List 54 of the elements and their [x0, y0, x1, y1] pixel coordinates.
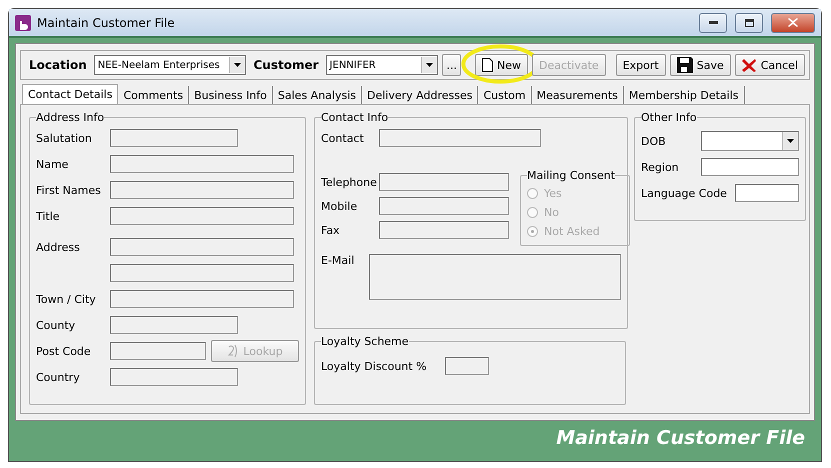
dropdown-button[interactable] — [421, 57, 438, 73]
dropdown-button[interactable] — [782, 132, 798, 150]
window-title: Maintain Customer File — [37, 16, 176, 30]
customer-label: Customer — [254, 58, 319, 72]
tab[interactable]: Contact Details — [22, 84, 118, 104]
close-icon — [788, 18, 798, 27]
field-label: County — [36, 318, 76, 332]
lookup-icon — [227, 344, 240, 358]
dropdown-arrow-icon — [234, 63, 240, 67]
date-dropdown[interactable] — [701, 131, 799, 151]
dropdown-arrow-icon — [426, 63, 434, 67]
dropdown-button[interactable] — [228, 57, 244, 73]
app-icon — [15, 14, 31, 30]
group-title: Loyalty Scheme — [321, 335, 409, 348]
toolbar-button[interactable]: Save — [670, 54, 731, 76]
maximize-icon — [744, 18, 754, 26]
maximize-button[interactable] — [735, 12, 763, 32]
field-label: Post Code — [36, 344, 92, 358]
customer-dropdown[interactable]: JENNIFER — [326, 55, 438, 75]
dropdown-arrow-icon — [787, 139, 794, 143]
minimize-icon — [708, 21, 718, 24]
toolbar-button[interactable]: Cancel — [734, 54, 805, 76]
field-label: Mobile — [321, 200, 358, 212]
field-label: Region — [641, 160, 680, 174]
page-icon — [482, 58, 493, 72]
field-label: Address — [36, 240, 81, 254]
field-label: Loyalty Discount % — [321, 360, 428, 372]
group-title: Address Info — [36, 111, 104, 124]
toolbar-button[interactable]: New — [474, 54, 528, 76]
footer-title: Maintain Customer File — [556, 427, 805, 449]
group-title: Other Info — [641, 111, 697, 124]
field-label: Language Code — [641, 186, 728, 200]
cross-icon — [742, 58, 757, 72]
group-title: Mailing Consent — [527, 169, 616, 182]
field-label: Telephone — [321, 176, 378, 188]
field-label: Salutation — [36, 132, 93, 144]
location-label: Location — [29, 58, 87, 72]
field-label: DOB — [641, 134, 667, 148]
field-label: Fax — [321, 224, 341, 236]
group-title: Contact Info — [321, 111, 388, 124]
toolbar-button[interactable]: Export — [616, 54, 666, 76]
minimize-button[interactable] — [699, 12, 727, 32]
field-label: Country — [36, 370, 81, 384]
close-button[interactable] — [771, 12, 815, 32]
field-label: Title — [36, 210, 61, 222]
field-label: First Names — [36, 184, 102, 196]
location-dropdown[interactable]: NEE-Neelam Enterprises — [94, 55, 246, 75]
field-label: Name — [36, 158, 70, 170]
browse-button[interactable]: ... — [442, 54, 461, 76]
field-label: Contact — [321, 132, 365, 144]
text-field[interactable] — [701, 158, 799, 176]
text-field[interactable] — [735, 184, 799, 202]
field-label: E-Mail — [321, 254, 356, 267]
field-label: Town / City — [36, 292, 97, 306]
